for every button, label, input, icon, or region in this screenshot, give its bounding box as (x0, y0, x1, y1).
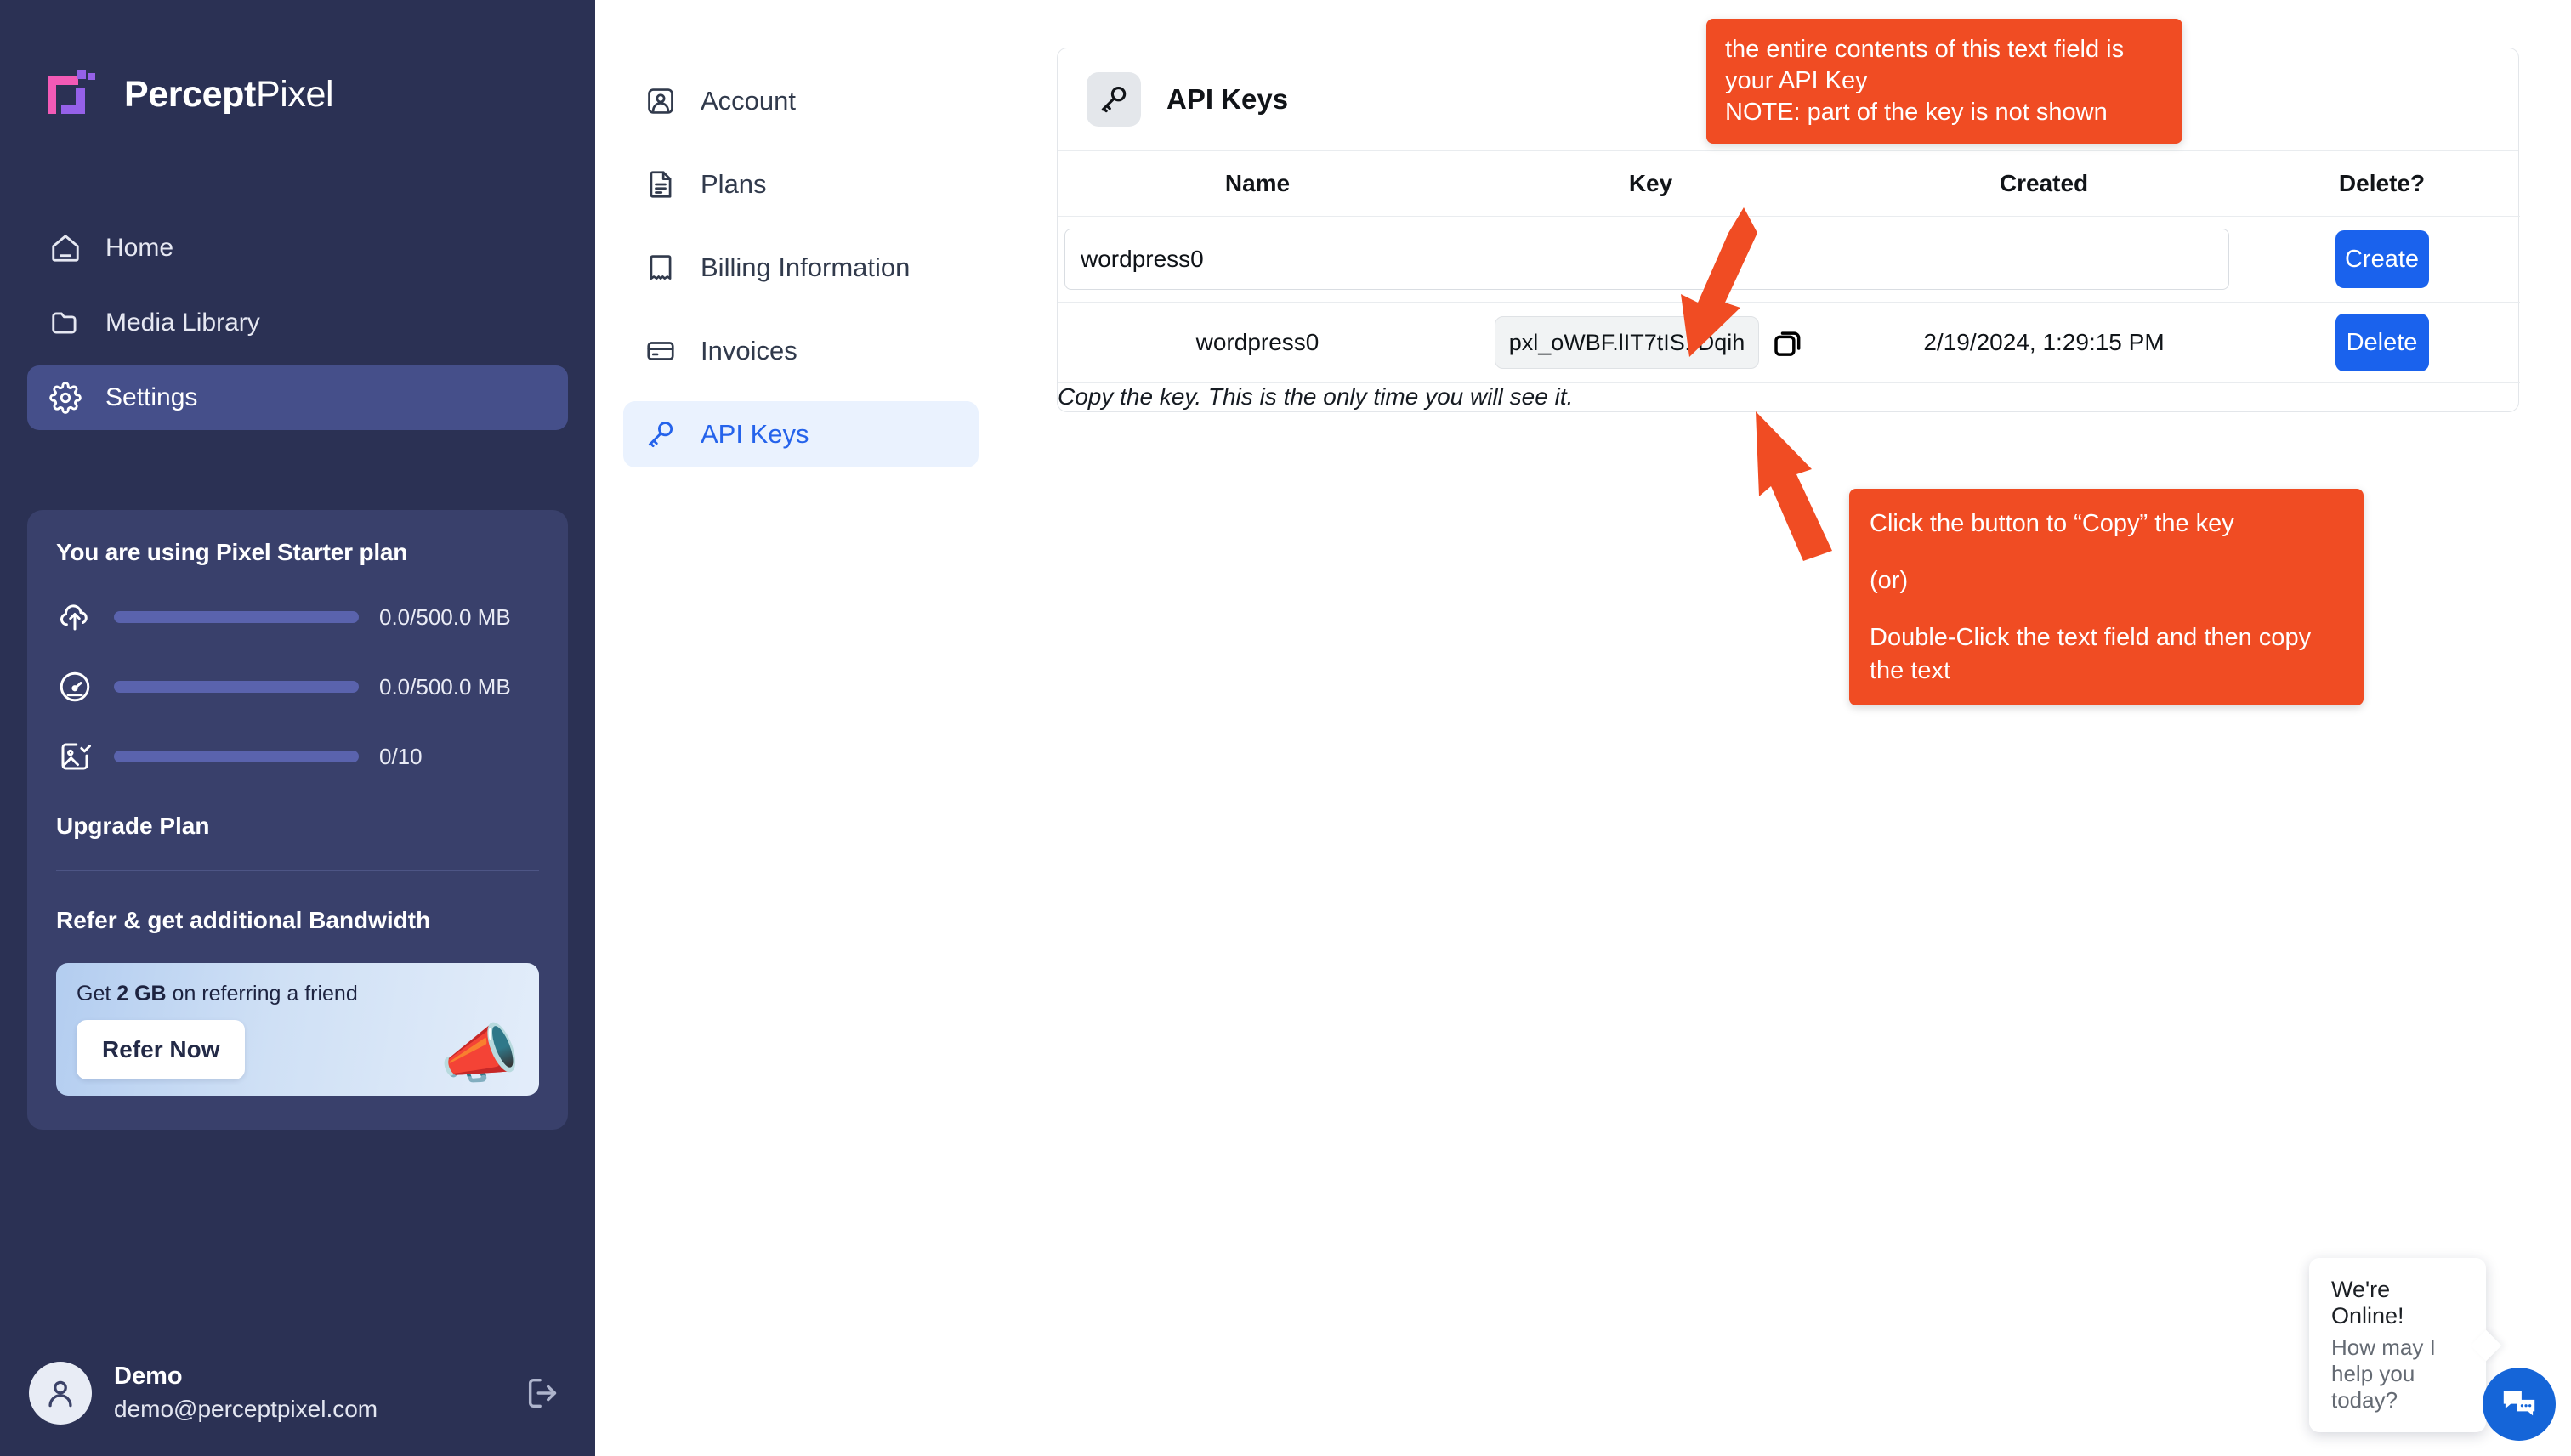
usage-meter-storage: 0.0/500.0 MB (56, 598, 539, 636)
brand-logo[interactable]: PerceptPixel (0, 0, 595, 122)
user-profile-bar[interactable]: Demo demo@perceptpixel.com (0, 1329, 595, 1456)
key-hint-cell: Copy the key. This is the only time you … (1058, 382, 2520, 411)
column-header-created: Created (1844, 151, 2244, 217)
usage-value: 0/10 (379, 743, 423, 769)
settings-nav-label: Billing Information (701, 252, 911, 282)
user-email: demo@perceptpixel.com (114, 1396, 378, 1422)
key-created-cell: 2/19/2024, 1:29:15 PM (1844, 302, 2244, 383)
annotation-tooltip-api-key: the entire contents of this text field i… (1706, 19, 2182, 144)
annotation-copy-line-3: Double-Click the text field and then cop… (1870, 623, 2312, 684)
settings-nav-item-plans[interactable]: Plans (623, 151, 979, 218)
delete-button[interactable]: Delete (2335, 314, 2429, 371)
table-header-row: Name Key Created Delete? (1058, 151, 2520, 217)
column-header-key: Key (1457, 151, 1844, 217)
settings-nav-label: Plans (701, 169, 767, 199)
new-key-name-cell (1058, 216, 2244, 303)
sidebar-item-settings[interactable]: Settings (27, 365, 568, 430)
refer-promo-card: Get 2 GB on referring a friend Refer Now… (56, 963, 539, 1096)
column-header-delete: Delete? (2244, 151, 2520, 217)
brand-name-bold: Percept (124, 73, 256, 115)
refer-offer-prefix: Get (77, 982, 117, 1006)
sidebar-item-home[interactable]: Home (27, 216, 568, 280)
key-name-cell: wordpress0 (1058, 302, 1457, 383)
chat-subtitle: How may I help you today? (2331, 1334, 2436, 1413)
primary-sidebar: PerceptPixel Home Media Library Settings… (0, 0, 595, 1456)
create-button[interactable]: Create (2335, 230, 2429, 288)
usage-progress-bar (114, 751, 359, 762)
usage-value: 0.0/500.0 MB (379, 673, 511, 700)
annotation-tooltip-copy: Click the button to “Copy” the key (or) … (1849, 489, 2364, 706)
annotation-copy-line-2: (or) (1870, 566, 1909, 594)
divider (56, 870, 539, 871)
brand-wordmark: PerceptPixel (124, 73, 334, 116)
new-key-name-input[interactable] (1064, 229, 2229, 290)
receipt-icon (644, 251, 678, 285)
chat-greeting-bubble[interactable]: We're Online! How may I help you today? (2309, 1258, 2486, 1432)
key-value-wrap: pxl_oWBF.lIT7tIS1Dqih (1457, 303, 1844, 382)
api-key-text-field[interactable]: pxl_oWBF.lIT7tIS1Dqih (1494, 316, 1760, 369)
sidebar-nav: Home Media Library Settings (0, 216, 595, 430)
chat-bubbles-icon[interactable] (2483, 1368, 2556, 1441)
key-hint-row: Copy the key. This is the only time you … (1058, 382, 2520, 411)
chat-title: We're Online! (2331, 1277, 2404, 1329)
create-button-cell: Create (2244, 216, 2520, 303)
refer-now-button[interactable]: Refer Now (77, 1020, 246, 1079)
settings-nav-item-account[interactable]: Account (623, 68, 979, 134)
page-title: API Keys (1166, 83, 1289, 115)
sidebar-item-label: Settings (105, 383, 198, 411)
usage-progress-bar (114, 611, 359, 623)
folder-icon (48, 306, 82, 340)
sidebar-item-label: Home (105, 234, 174, 262)
refer-offer-text: Get 2 GB on referring a friend (77, 982, 519, 1006)
logout-icon[interactable] (520, 1370, 566, 1416)
usage-meter-bandwidth: 0.0/500.0 MB (56, 668, 539, 705)
document-icon (644, 167, 678, 201)
settings-nav-item-invoices[interactable]: Invoices (623, 318, 979, 384)
settings-nav-label: Account (701, 86, 797, 116)
refer-offer-amount: 2 GB (116, 982, 167, 1006)
sidebar-item-label: Media Library (105, 309, 260, 337)
usage-value: 0.0/500.0 MB (379, 603, 511, 630)
cloud-upload-icon (56, 598, 94, 636)
column-header-name: Name (1058, 151, 1457, 217)
account-card-icon (644, 84, 678, 118)
settings-nav: Account Plans Billing Information Invoic… (595, 0, 1007, 1456)
annotation-copy-line-1: Click the button to “Copy” the key (1870, 510, 2234, 537)
user-name: Demo (114, 1363, 183, 1390)
refer-offer-suffix: on referring a friend (166, 982, 358, 1006)
settings-nav-item-billing-information[interactable]: Billing Information (623, 235, 979, 301)
percept-pixel-logo-icon (44, 66, 105, 122)
refer-section-title: Refer & get additional Bandwidth (56, 907, 431, 933)
settings-nav-label: API Keys (701, 419, 809, 449)
image-check-icon (56, 738, 94, 775)
settings-nav-item-api-keys[interactable]: API Keys (623, 401, 979, 467)
brand-name-light: Pixel (255, 73, 334, 115)
gauge-icon (56, 668, 94, 705)
settings-nav-label: Invoices (701, 336, 797, 365)
upgrade-plan-link[interactable]: Upgrade Plan (56, 813, 539, 840)
table-row: wordpress0 pxl_oWBF.lIT7tIS1Dqih 2/19/20… (1058, 302, 2520, 383)
home-icon (48, 231, 82, 265)
credit-card-icon (644, 334, 678, 368)
main-content: API Keys Name Key Created Delete? wordpr… (1007, 0, 2571, 1456)
plan-title: You are using Pixel Starter plan (56, 539, 408, 565)
gear-icon (48, 381, 82, 415)
key-value-cell: pxl_oWBF.lIT7tIS1Dqih (1457, 302, 1844, 383)
megaphone-icon: 📣 (440, 1018, 520, 1091)
usage-progress-bar (114, 681, 359, 693)
api-keys-table: Name Key Created Delete? Create (1058, 151, 2520, 411)
plan-usage-card: You are using Pixel Starter plan 0.0/500… (27, 510, 568, 1130)
delete-button-cell: Delete (2244, 302, 2520, 383)
usage-meter-images: 0/10 (56, 738, 539, 775)
copy-key-hint: Copy the key. This is the only time you … (1058, 383, 1574, 410)
key-icon (644, 417, 678, 451)
copy-icon[interactable] (1771, 325, 1807, 360)
avatar (29, 1361, 92, 1425)
create-key-row: Create (1058, 216, 2520, 303)
app-root: PerceptPixel Home Media Library Settings… (0, 0, 2571, 1456)
user-meta: Demo demo@perceptpixel.com (114, 1363, 377, 1423)
sidebar-item-media-library[interactable]: Media Library (27, 291, 568, 355)
key-icon (1087, 72, 1141, 127)
